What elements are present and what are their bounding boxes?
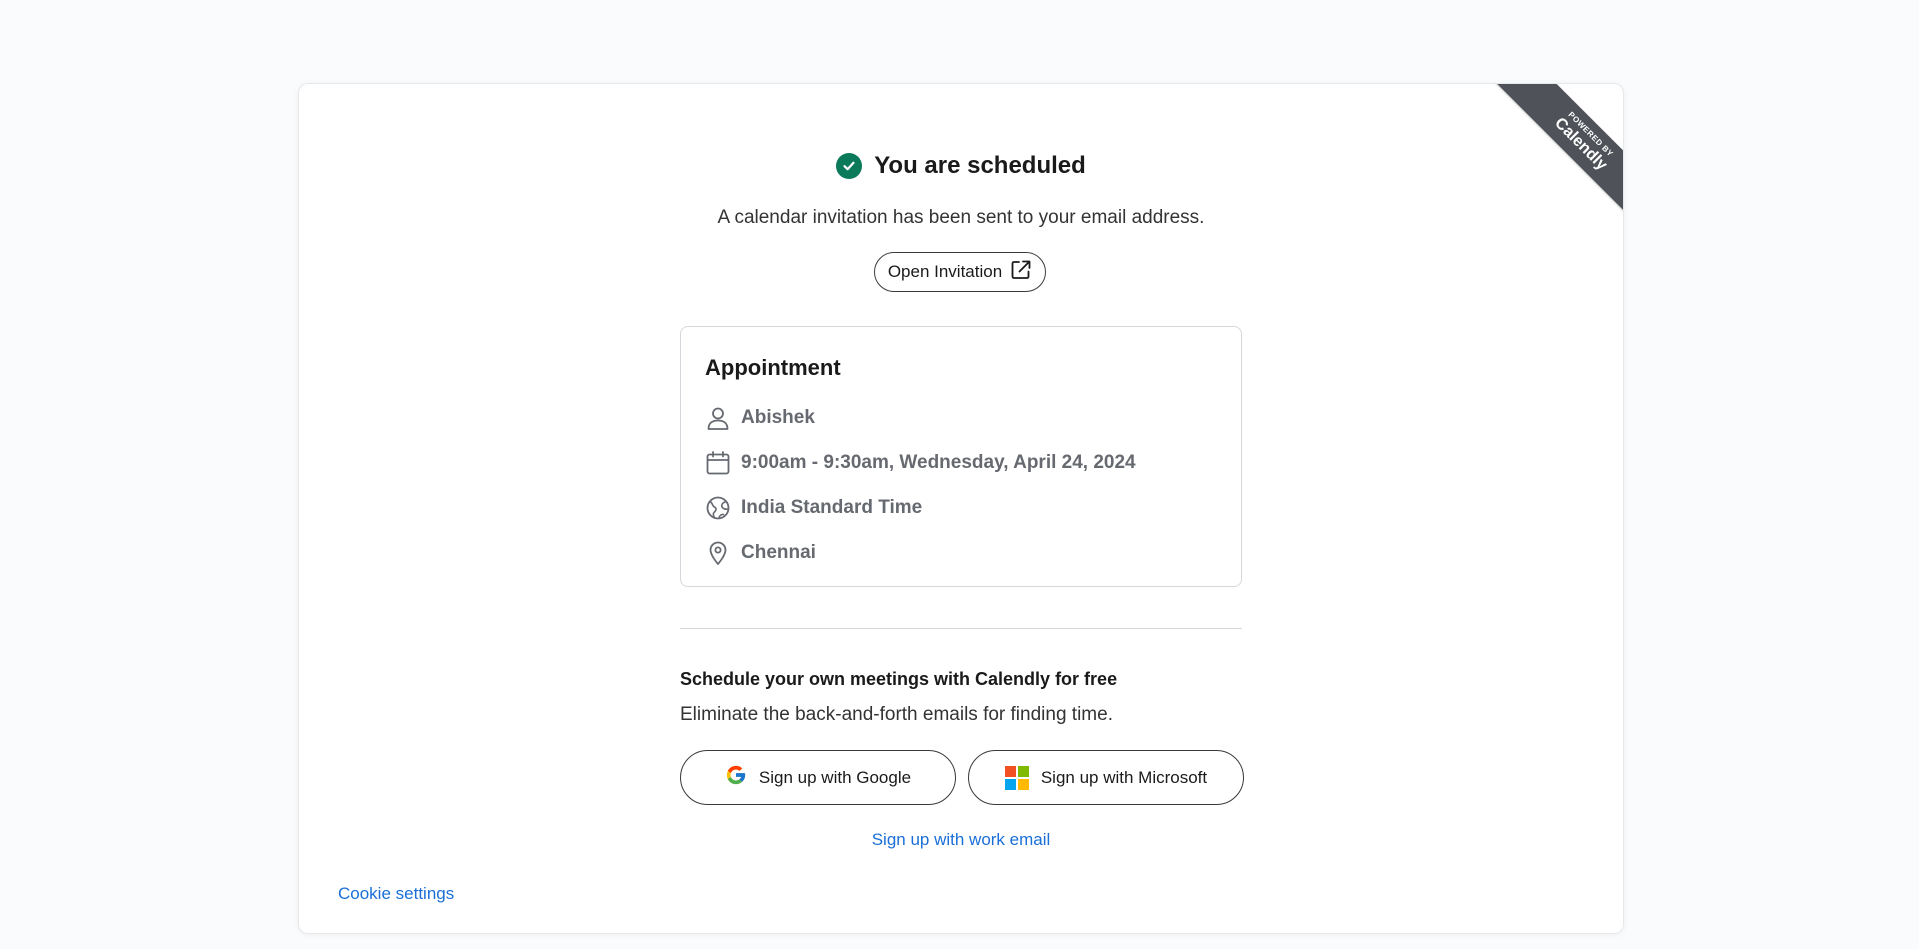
event-name: Appointment — [705, 355, 841, 380]
sign-up-google-label: Sign up with Google — [758, 767, 912, 787]
promo-subtitle: Eliminate the back-and-forth emails for … — [680, 704, 1113, 725]
calendar-icon — [705, 450, 731, 476]
globe-icon — [705, 495, 731, 521]
location-pin-icon — [705, 540, 731, 566]
event-location: Chennai — [741, 541, 816, 563]
detail-row-host: Abishek — [705, 395, 1217, 440]
sign-up-microsoft-button[interactable]: Sign up with Microsoft — [968, 750, 1244, 805]
cookie-settings-link[interactable]: Cookie settings — [338, 884, 454, 904]
detail-row-timezone: India Standard Time — [705, 485, 1217, 530]
page-title: You are scheduled — [874, 152, 1086, 179]
powered-by-ribbon[interactable]: POWERED BY Calendly — [1494, 84, 1623, 213]
confirmation-header: You are scheduled — [299, 152, 1623, 180]
detail-row-location: Chennai — [705, 530, 1217, 575]
microsoft-logo-icon — [1004, 765, 1029, 790]
confirmation-card: POWERED BY Calendly You are scheduled A … — [298, 83, 1624, 934]
person-icon — [705, 405, 731, 431]
section-divider — [680, 628, 1242, 629]
event-timezone: India Standard Time — [741, 496, 923, 518]
google-logo-icon — [725, 764, 747, 791]
open-invitation-label: Open Invitation — [887, 262, 1003, 281]
host-name: Abishek — [741, 406, 815, 428]
external-link-icon — [1010, 259, 1032, 286]
event-details-box: Appointment Abishek 9:00am - 9:30am, Wed… — [680, 326, 1242, 587]
invitation-sent-text: A calendar invitation has been sent to y… — [717, 207, 1205, 228]
promo-title: Schedule your own meetings with Calendly… — [680, 669, 1118, 689]
sign-up-microsoft-label: Sign up with Microsoft — [1040, 767, 1208, 787]
sign-up-google-button[interactable]: Sign up with Google — [680, 750, 956, 805]
sign-up-work-email-link[interactable]: Sign up with work email — [299, 830, 1623, 850]
detail-row-datetime: 9:00am - 9:30am, Wednesday, April 24, 20… — [705, 440, 1217, 485]
check-circle-icon — [836, 153, 863, 179]
powered-by-label: POWERED BY — [1566, 109, 1615, 159]
event-datetime: 9:00am - 9:30am, Wednesday, April 24, 20… — [741, 451, 1136, 473]
open-invitation-button[interactable]: Open Invitation — [874, 252, 1046, 292]
sign-up-work-email-label[interactable]: Sign up with work email — [872, 830, 1051, 849]
